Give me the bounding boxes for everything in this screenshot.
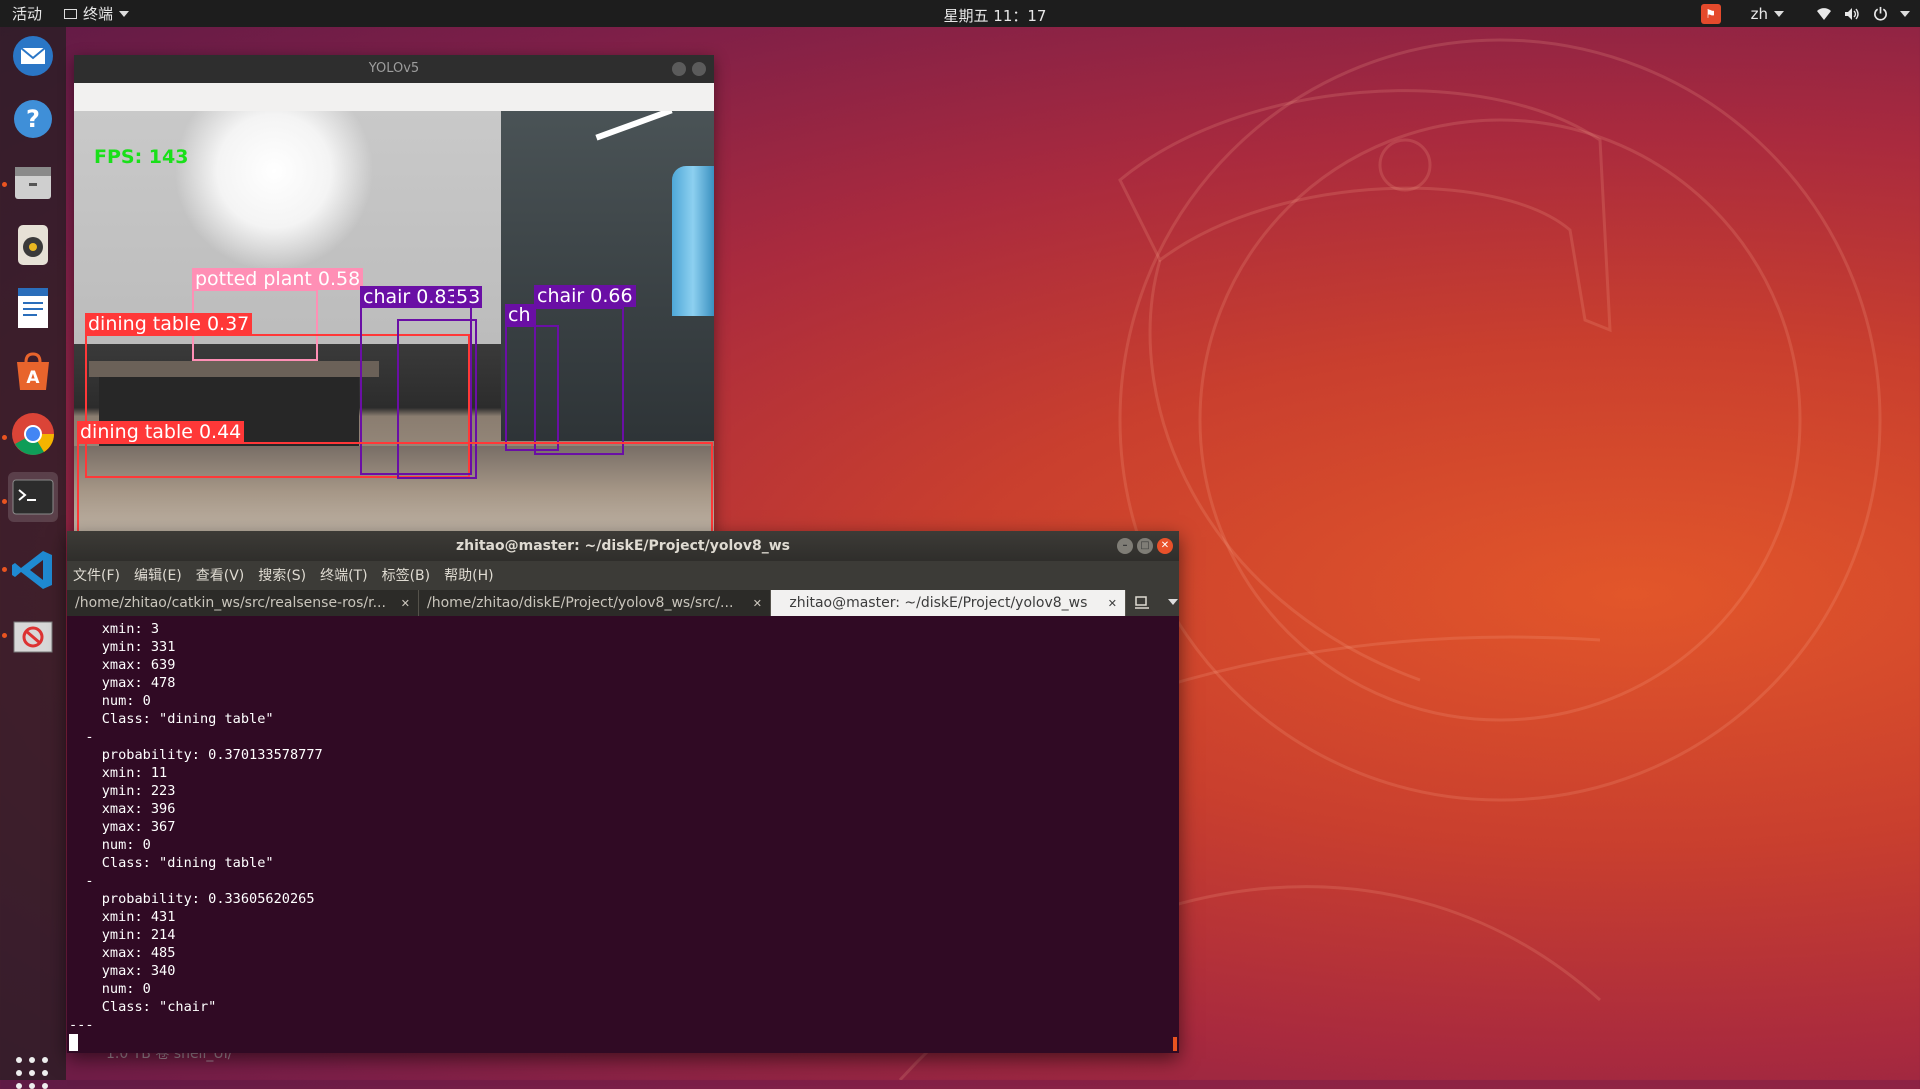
system-tray: ⚑ zh — [1700, 0, 1910, 27]
new-tab-icon[interactable] — [1134, 595, 1150, 609]
dock: ? A — [0, 27, 66, 1089]
wifi-icon[interactable] — [1816, 6, 1832, 22]
running-indicator — [2, 633, 7, 638]
detection-label: chair 0.66 — [534, 285, 636, 307]
svg-text:A: A — [26, 368, 40, 388]
chevron-down-icon[interactable] — [1900, 10, 1910, 17]
close-icon[interactable]: ✕ — [753, 597, 762, 610]
water-bottle — [672, 166, 714, 316]
yolo-title-bar[interactable]: YOLOv5 — [74, 55, 714, 83]
ceiling-light — [174, 111, 374, 271]
detection-label: 53 — [454, 286, 483, 308]
running-indicator — [2, 182, 7, 187]
menu-view[interactable]: 查看(V) — [196, 565, 245, 585]
detection-box — [534, 307, 624, 455]
menu-help[interactable]: 帮助(H) — [444, 565, 493, 585]
scrollbar-thumb[interactable] — [1173, 1037, 1177, 1051]
blocked-app-icon[interactable] — [8, 612, 58, 662]
tab-label: zhitao@master: ~/diskE/Project/yolov8_ws — [789, 595, 1088, 611]
terminal-title-bar[interactable]: zhitao@master: ~/diskE/Project/yolov8_ws… — [67, 531, 1179, 561]
running-indicator — [2, 435, 7, 440]
terminal-tab[interactable]: /home/zhitao/diskE/Project/yolov8_ws/src… — [419, 590, 771, 616]
close-icon[interactable]: ✕ — [401, 597, 410, 610]
menu-terminal[interactable]: 终端(T) — [320, 565, 367, 585]
files-icon[interactable] — [8, 157, 58, 207]
detection-box — [77, 442, 713, 535]
top-bar: 活动 终端 星期五 11：17 ⚑ zh — [0, 0, 1920, 27]
power-icon[interactable] — [1872, 6, 1888, 22]
close-icon[interactable]: ✕ — [1108, 597, 1117, 610]
menu-file[interactable]: 文件(F) — [73, 565, 120, 585]
detection-label: potted plant 0.58 — [192, 268, 364, 290]
terminal-tab[interactable]: /home/zhitao/catkin_ws/src/realsense-ros… — [67, 590, 419, 616]
menu-tabs[interactable]: 标签(B) — [382, 565, 431, 585]
terminal-output[interactable]: xmin: 3 ymin: 331 xmax: 639 ymax: 478 nu… — [67, 616, 1179, 1053]
visual-studio-code-icon[interactable] — [8, 545, 58, 595]
terminal-text: xmin: 3 ymin: 331 xmax: 639 ymax: 478 nu… — [69, 621, 323, 1033]
fps-counter: FPS: 143 — [94, 146, 189, 168]
chevron-down-icon[interactable] — [1168, 599, 1178, 605]
image-toolbar — [74, 83, 714, 111]
menu-search[interactable]: 搜索(S) — [258, 565, 306, 585]
input-method-label: zh — [1750, 4, 1768, 23]
menu-edit[interactable]: 编辑(E) — [134, 565, 182, 585]
terminal-icon[interactable] — [8, 472, 58, 522]
minimize-button[interactable] — [672, 62, 686, 76]
menu-bar: 文件(F) 编辑(E) 查看(V) 搜索(S) 终端(T) 标签(B) 帮助(H… — [67, 561, 1179, 588]
terminal-window[interactable]: zhitao@master: ~/diskE/Project/yolov8_ws… — [67, 531, 1179, 1053]
tab-label: /home/zhitao/diskE/Project/yolov8_ws/src… — [427, 595, 734, 611]
thunderbird-mail-icon[interactable] — [8, 31, 58, 81]
show-applications-icon[interactable] — [16, 1057, 48, 1089]
tab-bar: /home/zhitao/catkin_ws/src/realsense-ros… — [67, 588, 1179, 616]
detection-label: dining table 0.37 — [85, 313, 253, 335]
chevron-down-icon — [1774, 10, 1784, 17]
close-button[interactable]: ✕ — [1157, 538, 1173, 554]
clock[interactable]: 星期五 11：17 — [0, 5, 1920, 26]
window-title: zhitao@master: ~/diskE/Project/yolov8_ws — [455, 538, 791, 554]
libreoffice-writer-icon[interactable] — [8, 283, 58, 333]
google-chrome-icon[interactable] — [8, 409, 58, 459]
close-button[interactable] — [692, 62, 706, 76]
detection-label: ch — [505, 304, 534, 326]
yolo-window[interactable]: YOLOv5 FPS: 143 potted plant 0.58 dining… — [74, 55, 714, 535]
camera-view: FPS: 143 potted plant 0.58 dining table … — [74, 111, 714, 535]
detection-label: dining table 0.44 — [77, 421, 245, 443]
terminal-tab-active[interactable]: zhitao@master: ~/diskE/Project/yolov8_ws… — [771, 590, 1126, 616]
window-title: YOLOv5 — [368, 61, 420, 76]
input-method[interactable]: zh — [1751, 5, 1784, 23]
maximize-button[interactable]: □ — [1137, 538, 1153, 554]
running-indicator — [2, 567, 7, 572]
tab-label: /home/zhitao/catkin_ws/src/realsense-ros… — [75, 595, 386, 611]
volume-icon[interactable] — [1844, 6, 1860, 22]
rhythmbox-icon[interactable] — [8, 220, 58, 270]
terminal-cursor — [69, 1034, 78, 1051]
svg-text:?: ? — [26, 105, 40, 133]
help-icon[interactable]: ? — [8, 94, 58, 144]
ubuntu-software-icon[interactable]: A — [8, 346, 58, 396]
detection-label: chair 0.83 — [360, 286, 462, 308]
minimize-button[interactable]: – — [1117, 538, 1133, 554]
flag-icon[interactable]: ⚑ — [1700, 3, 1721, 24]
running-indicator — [2, 499, 7, 504]
